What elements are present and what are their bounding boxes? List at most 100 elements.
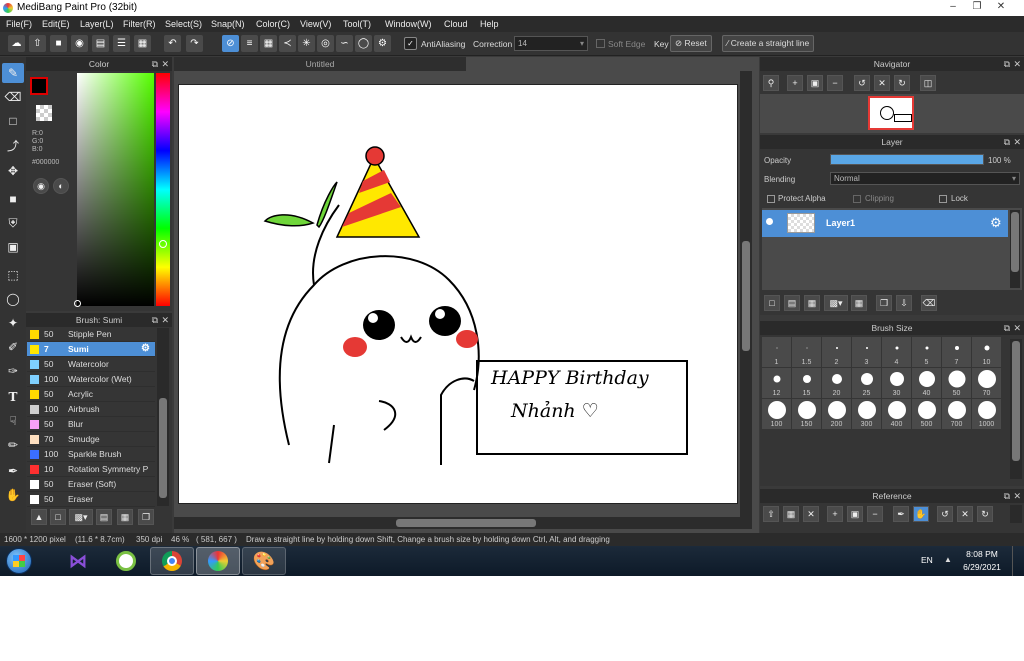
brush-size-option[interactable]: 100 [762, 399, 791, 429]
secondary-color-swatch[interactable] [36, 105, 52, 121]
hand-tool-icon[interactable]: ✋ [2, 485, 24, 505]
brush-list-item[interactable]: 50 Watercolor [27, 357, 155, 372]
menu-edit[interactable]: Edit(E) [42, 19, 70, 29]
graph-tool-icon[interactable]: ⤴ [2, 135, 24, 155]
tray-chevron-icon[interactable]: ▲ [944, 555, 952, 564]
add-layer-menu-icon[interactable]: ▩▾ [824, 295, 848, 311]
brush-tool-icon[interactable]: ✎ [2, 63, 24, 83]
list-icon[interactable]: ☰ [113, 35, 130, 52]
snap-off-icon[interactable]: ⊘ [222, 35, 239, 52]
scrollbar-thumb[interactable] [1012, 341, 1020, 461]
menu-help[interactable]: Help [480, 19, 499, 29]
brush-list-item[interactable]: 10 Rotation Symmetry P [27, 462, 155, 477]
popout-icon[interactable]: ⧉ [152, 57, 158, 71]
eraser-tool-icon[interactable]: ⌫ [2, 87, 24, 107]
radial-snap-icon[interactable]: ✳ [298, 35, 315, 52]
copy-icon[interactable]: ❐ [138, 509, 154, 525]
hue-slider[interactable] [156, 73, 170, 306]
share-icon[interactable]: ⇧ [29, 35, 46, 52]
brush-size-option[interactable]: 25 [852, 368, 881, 398]
dot-tool-icon[interactable]: □ [2, 111, 24, 131]
fill-tool-icon[interactable]: ■ [2, 189, 24, 209]
brush-size-option[interactable]: 700 [942, 399, 971, 429]
taskbar-paint[interactable]: 🎨 [242, 547, 286, 575]
reset-button[interactable]: ⊘ Reset [670, 35, 712, 52]
menu-snap[interactable]: Snap(N) [211, 19, 245, 29]
brush-list-item[interactable]: 100 Airbrush [27, 402, 155, 417]
hand-icon[interactable]: ✋ [913, 506, 929, 522]
minimize-button[interactable]: – [942, 0, 964, 14]
cloud-upload-icon[interactable]: ⇧ [763, 506, 779, 522]
fit-icon[interactable]: ▣ [847, 506, 863, 522]
antialiasing-checkbox[interactable]: ✓ [404, 37, 417, 50]
rotate-right-icon[interactable]: ↻ [977, 506, 993, 522]
new-layer-icon[interactable]: □ [764, 295, 780, 311]
curve-snap-icon[interactable]: ∽ [336, 35, 353, 52]
menu-layer[interactable]: Layer(L) [80, 19, 114, 29]
brush-list-scrollbar[interactable] [157, 328, 169, 506]
operation-tool-icon[interactable]: ☟ [2, 411, 24, 431]
circle-snap-icon[interactable]: ◯ [355, 35, 372, 52]
magic-wand-tool-icon[interactable]: ✦ [2, 313, 24, 333]
reset-view-icon[interactable]: ✕ [874, 75, 890, 91]
correction-select[interactable]: 14 ▾ [514, 36, 588, 51]
cloud-icon[interactable]: ☁ [8, 35, 25, 52]
brush-size-option[interactable]: 15 [792, 368, 821, 398]
scrollbar-thumb[interactable] [1011, 212, 1019, 272]
create-straight-line-button[interactable]: ⁄ Create a straight line [722, 35, 815, 52]
rotate-left-icon[interactable]: ↺ [937, 506, 953, 522]
navigator-thumbnail[interactable] [868, 96, 914, 130]
brush-list-item[interactable]: 50 Blur [27, 417, 155, 432]
divide-tool-icon[interactable]: ✏ [2, 435, 24, 455]
reference-scrollbar[interactable] [1010, 505, 1022, 523]
lasso-tool-icon[interactable]: ◯ [2, 289, 24, 309]
zoom-icon[interactable]: ⚲ [763, 75, 779, 91]
select-tool-icon[interactable]: ⬚ [2, 265, 24, 285]
new-brush-icon[interactable]: □ [50, 509, 66, 525]
layer-row[interactable]: Layer1 ⚙ [762, 210, 1008, 237]
taskbar-visualstudio[interactable]: ⋈ [56, 547, 100, 575]
close-icon[interactable]: ✕ [1013, 135, 1021, 149]
hue-slider-handle[interactable] [159, 240, 167, 248]
eyedropper-icon[interactable]: ✒ [893, 506, 909, 522]
zoom-out-icon[interactable]: − [827, 75, 843, 91]
canvas-tab[interactable]: Untitled [174, 57, 466, 71]
brush-size-option[interactable]: 300 [852, 399, 881, 429]
brush-settings-gear-icon[interactable]: ⚙ [141, 343, 150, 354]
brush-size-option[interactable]: 20 [822, 368, 851, 398]
scrollbar-thumb[interactable] [159, 398, 167, 498]
sv-picker-handle[interactable] [74, 300, 81, 307]
redo-icon[interactable]: ↷ [186, 35, 203, 52]
brush-size-option[interactable]: 150 [792, 399, 821, 429]
folder-icon[interactable]: ▦ [851, 295, 867, 311]
brush-size-option[interactable]: 4 [882, 337, 911, 367]
document-icon[interactable]: ▤ [92, 35, 109, 52]
show-desktop-button[interactable] [1012, 546, 1024, 576]
close-button[interactable]: ✕ [990, 0, 1012, 14]
menu-filter[interactable]: Filter(R) [123, 19, 156, 29]
menu-color[interactable]: Color(C) [256, 19, 290, 29]
maximize-button[interactable]: ❐ [966, 0, 988, 14]
text-tool-icon[interactable]: T [2, 387, 24, 407]
settings-snap-icon[interactable]: ⚙ [374, 35, 391, 52]
brush-size-option[interactable]: 40 [912, 368, 941, 398]
bucket-tool-icon[interactable]: ⛨ [2, 213, 24, 233]
zoom-out-icon[interactable]: − [867, 506, 883, 522]
canvas-vertical-scrollbar[interactable] [740, 71, 752, 517]
gradient-tool-icon[interactable]: ▣ [2, 237, 24, 257]
close-icon[interactable]: ✕ [1013, 321, 1021, 335]
protect-alpha-checkbox[interactable] [767, 195, 775, 203]
brush-size-option[interactable]: 10 [972, 337, 1001, 367]
popout-icon[interactable]: ⧉ [1004, 321, 1010, 335]
menu-view[interactable]: View(V) [300, 19, 331, 29]
brush-list-item[interactable]: 50 Stipple Pen [27, 327, 155, 342]
select-pen-tool-icon[interactable]: ✐ [2, 337, 24, 357]
close-icon[interactable]: ✕ [161, 313, 169, 327]
opacity-slider[interactable] [830, 154, 984, 165]
brush-size-scrollbar[interactable] [1010, 339, 1022, 479]
open-folder-icon[interactable]: ▦ [783, 506, 799, 522]
vanishing-snap-icon[interactable]: ≺ [279, 35, 296, 52]
brush-size-option[interactable]: 400 [882, 399, 911, 429]
vertical-scrollbar-thumb[interactable] [742, 241, 750, 351]
new-8bit-layer-icon[interactable]: ▦ [804, 295, 820, 311]
